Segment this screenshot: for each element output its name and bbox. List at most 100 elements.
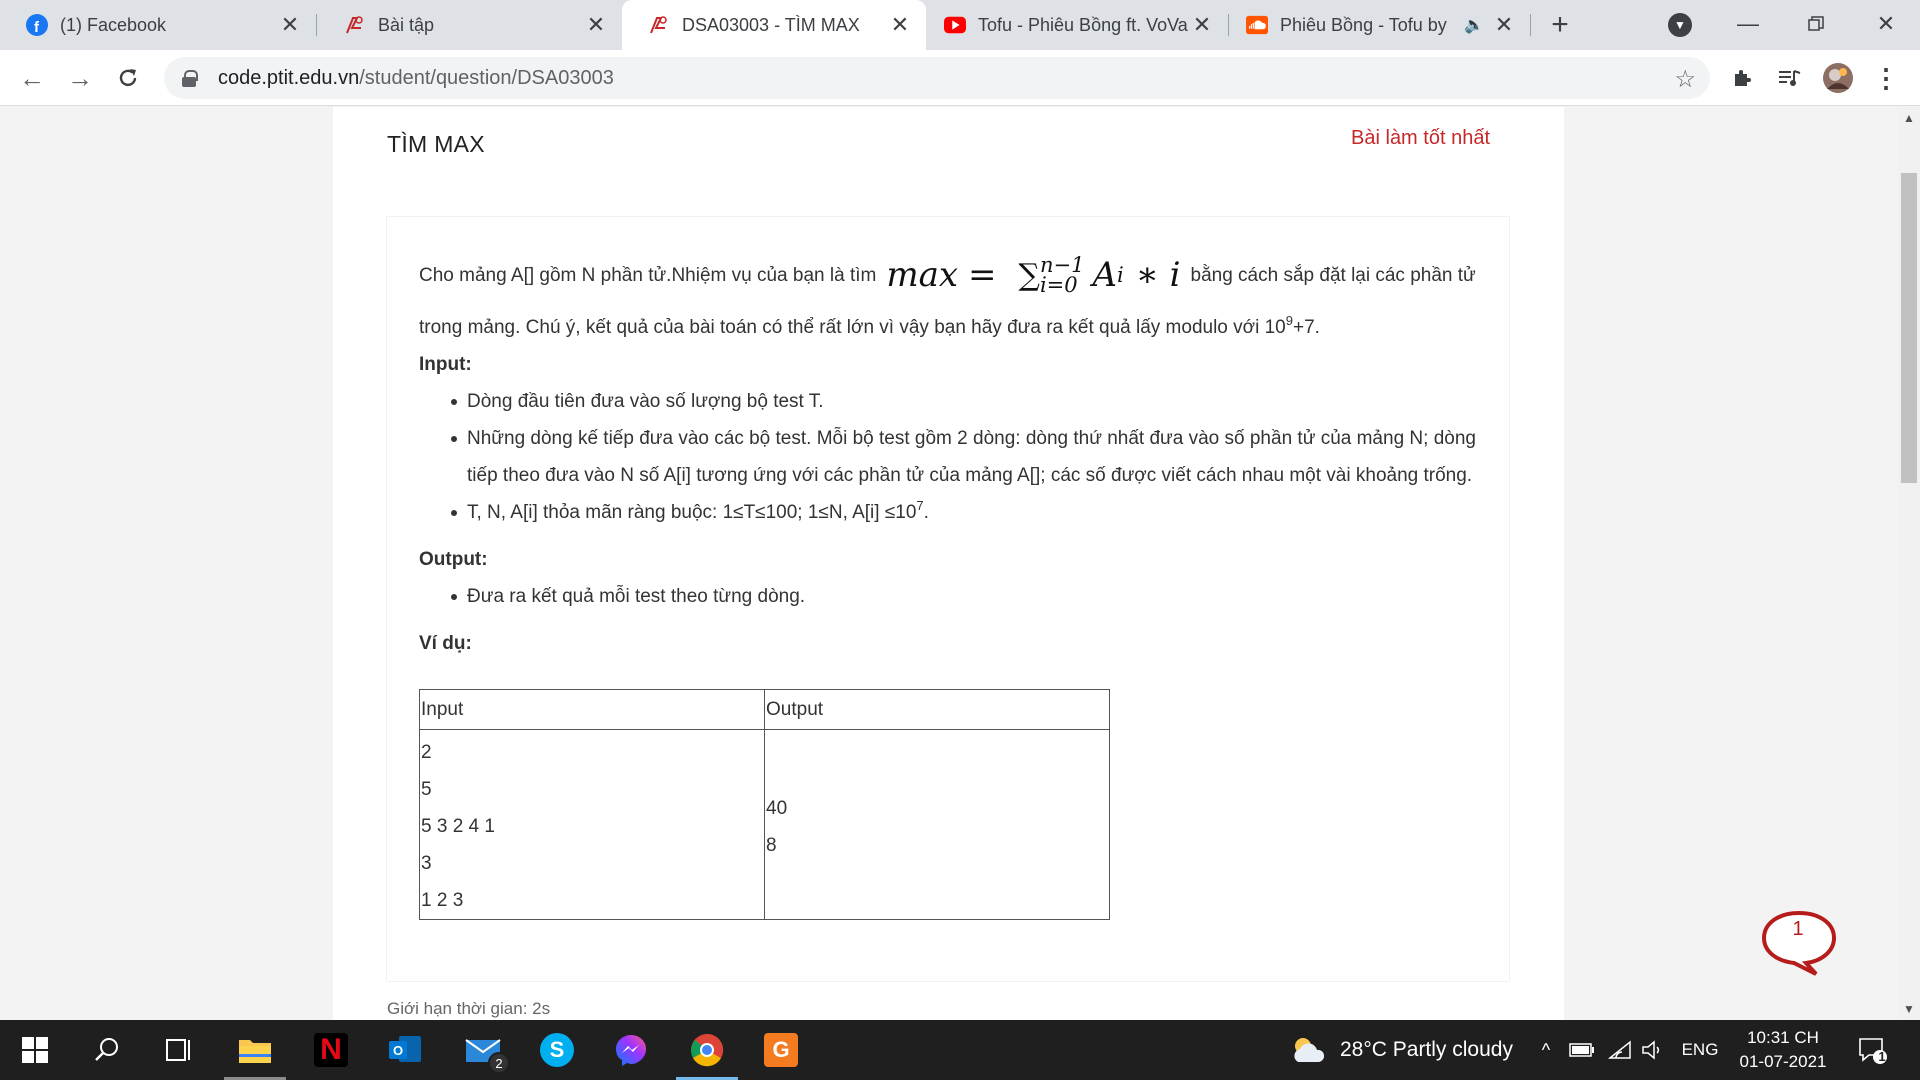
netflix-icon: N (314, 1033, 348, 1067)
file-explorer-button[interactable] (220, 1020, 290, 1080)
max-formula: max = ∑ n−1 i=0 Ai ∗ i (886, 253, 1180, 297)
tab-youtube[interactable]: Tofu - Phiêu Bồng ft. VoVa ✕ (926, 0, 1228, 50)
tab-separator (1228, 14, 1229, 36)
formula-upper: n−1 (1039, 253, 1085, 277)
example-output-cell: 40 8 (764, 729, 1110, 920)
page-viewport: TÌM MAX Bài làm tốt nhất Cho mảng A[] gồ… (0, 107, 1898, 1020)
show-hidden-icons[interactable]: ^ (1532, 1020, 1560, 1080)
close-tab-icon[interactable]: ✕ (584, 12, 608, 37)
ptit-code-icon (648, 14, 670, 36)
ptit-code-icon (344, 14, 366, 36)
tab-title: Tofu - Phiêu Bồng ft. VoVa (978, 14, 1188, 35)
messenger-button[interactable] (596, 1020, 666, 1080)
reload-button[interactable] (112, 62, 144, 94)
skype-icon: S (540, 1033, 574, 1067)
media-control-icon[interactable] (1774, 62, 1806, 94)
content-column: TÌM MAX Bài làm tốt nhất Cho mảng A[] gồ… (333, 107, 1564, 1020)
tab-dsa03003[interactable]: DSA03003 - TÌM MAX ✕ (622, 0, 926, 50)
formula-term: A (1092, 254, 1117, 295)
formula-lower: i=0 (1039, 273, 1078, 297)
list-item: T, N, A[i] thỏa mãn ràng buộc: 1≤T≤100; … (451, 494, 1489, 531)
chat-count: 1 (1792, 918, 1804, 940)
formula-subscript: i (1117, 262, 1124, 287)
wifi-icon[interactable] (1604, 1020, 1636, 1080)
tab-bai-tap[interactable]: Bài tập ✕ (318, 0, 622, 50)
input-line: 3 (421, 853, 432, 874)
netflix-button[interactable]: N (296, 1020, 366, 1080)
page-scrollbar[interactable]: ▲ ▼ (1898, 107, 1920, 1020)
task-view-icon (166, 1039, 190, 1061)
intro-before: Cho mảng A[] gồm N phần tử.Nhiệm vụ của … (419, 264, 877, 286)
formula-limits: n−1 i=0 (1039, 253, 1085, 297)
example-heading: Ví dụ: (419, 633, 472, 654)
skype-button[interactable]: S (522, 1020, 592, 1080)
scrollbar-thumb[interactable] (1901, 173, 1917, 483)
start-button[interactable] (0, 1020, 70, 1080)
close-tab-icon[interactable]: ✕ (278, 12, 302, 37)
constraint-text: T, N, A[i] thỏa mãn ràng buộc: 1≤T≤100; … (467, 502, 917, 523)
tab-soundcloud[interactable]: Phiêu Bồng - Tofu by 🔈 ✕ (1230, 0, 1530, 50)
formula-sigma: ∑ (1018, 257, 1040, 293)
list-item: Đưa ra kết quả mỗi test theo từng dòng. (451, 578, 1489, 615)
search-button[interactable] (72, 1020, 142, 1080)
restore-button[interactable] (1796, 8, 1836, 40)
forward-button[interactable]: → (64, 62, 96, 94)
clock-date: 01-07-2021 (1739, 1052, 1827, 1071)
close-tab-icon[interactable]: ✕ (1492, 12, 1516, 37)
intro-line-2: trong mảng. Chú ý, kết quả của bài toán … (419, 309, 1489, 346)
lock-icon[interactable] (182, 70, 198, 87)
time-limit: Giới hạn thời gian: 2s (387, 999, 551, 1018)
volume-icon[interactable] (1638, 1020, 1668, 1080)
language-indicator[interactable]: ENG (1676, 1020, 1724, 1080)
best-submission-link[interactable]: Bài làm tốt nhất (1351, 127, 1490, 150)
weather-widget[interactable]: 28°C Partly cloudy (1288, 1020, 1513, 1080)
output-heading: Output: (419, 549, 488, 570)
notification-center-button[interactable]: 1 (1852, 1020, 1892, 1080)
input-line: 5 (421, 779, 432, 800)
address-bar[interactable]: code.ptit.edu.vn/student/question/DSA030… (164, 57, 1710, 99)
tab-search-icon[interactable]: ▼ (1668, 13, 1692, 37)
notification-badge: 1 (1878, 1049, 1886, 1064)
close-tab-icon[interactable]: ✕ (888, 12, 912, 37)
avatar[interactable] (1822, 62, 1854, 94)
input-line: 5 3 2 4 1 (421, 816, 495, 837)
tab-title: (1) Facebook (60, 14, 167, 35)
clock-time: 10:31 CH (1747, 1028, 1819, 1047)
close-window-button[interactable]: ✕ (1866, 8, 1906, 40)
task-view-button[interactable] (144, 1020, 214, 1080)
back-button[interactable]: ← (16, 62, 48, 94)
intro-line2-text: trong mảng. Chú ý, kết quả của bài toán … (419, 317, 1286, 338)
chrome-button[interactable] (672, 1020, 742, 1080)
folder-icon (239, 1040, 271, 1063)
scroll-down-icon[interactable]: ▼ (1903, 1002, 1915, 1016)
tab-strip: f (1) Facebook ✕ Bài tập ✕ DSA03003 - TÌ… (0, 0, 1920, 50)
extensions-icon[interactable] (1726, 62, 1758, 94)
chat-bubble-button[interactable]: 1 (1760, 910, 1837, 976)
weather-text: 28°C Partly cloudy (1340, 1038, 1513, 1061)
table-header-row: Input Output (419, 689, 1110, 730)
mail-button[interactable]: 2 (448, 1020, 518, 1080)
restore-icon (1808, 16, 1824, 31)
list-item: Những dòng kế tiếp đưa vào các bộ test. … (451, 420, 1489, 494)
close-tab-icon[interactable]: ✕ (1190, 12, 1214, 37)
new-tab-button[interactable]: + (1544, 8, 1576, 41)
constraint-tail: . (923, 502, 929, 523)
example-input-cell: 2 5 5 3 2 4 1 3 1 2 3 (419, 729, 765, 920)
browser-menu-icon[interactable]: ⋮ (1870, 62, 1902, 94)
input-line: 2 (421, 742, 432, 763)
pdf-app-button[interactable]: G (746, 1020, 816, 1080)
reload-icon (119, 69, 137, 87)
battery-icon[interactable] (1566, 1020, 1598, 1080)
problem-statement: Cho mảng A[] gồm N phần tử.Nhiệm vụ của … (419, 217, 1489, 662)
outlook-icon: O (389, 1036, 421, 1062)
system-clock[interactable]: 10:31 CH 01-07-2021 (1730, 1026, 1836, 1074)
speaker-icon[interactable]: 🔈 (1464, 15, 1484, 35)
bookmark-star-icon[interactable]: ☆ (1674, 65, 1696, 94)
example-table: Input Output 2 5 5 3 2 4 1 3 1 2 3 40 8 (419, 689, 1110, 920)
mail-badge: 2 (488, 1052, 510, 1074)
minimize-button[interactable]: — (1728, 8, 1768, 40)
scroll-up-icon[interactable]: ▲ (1903, 111, 1915, 125)
tab-facebook[interactable]: f (1) Facebook ✕ (0, 0, 316, 50)
outlook-button[interactable]: O (370, 1020, 440, 1080)
url-text[interactable]: code.ptit.edu.vn/student/question/DSA030… (218, 67, 614, 90)
